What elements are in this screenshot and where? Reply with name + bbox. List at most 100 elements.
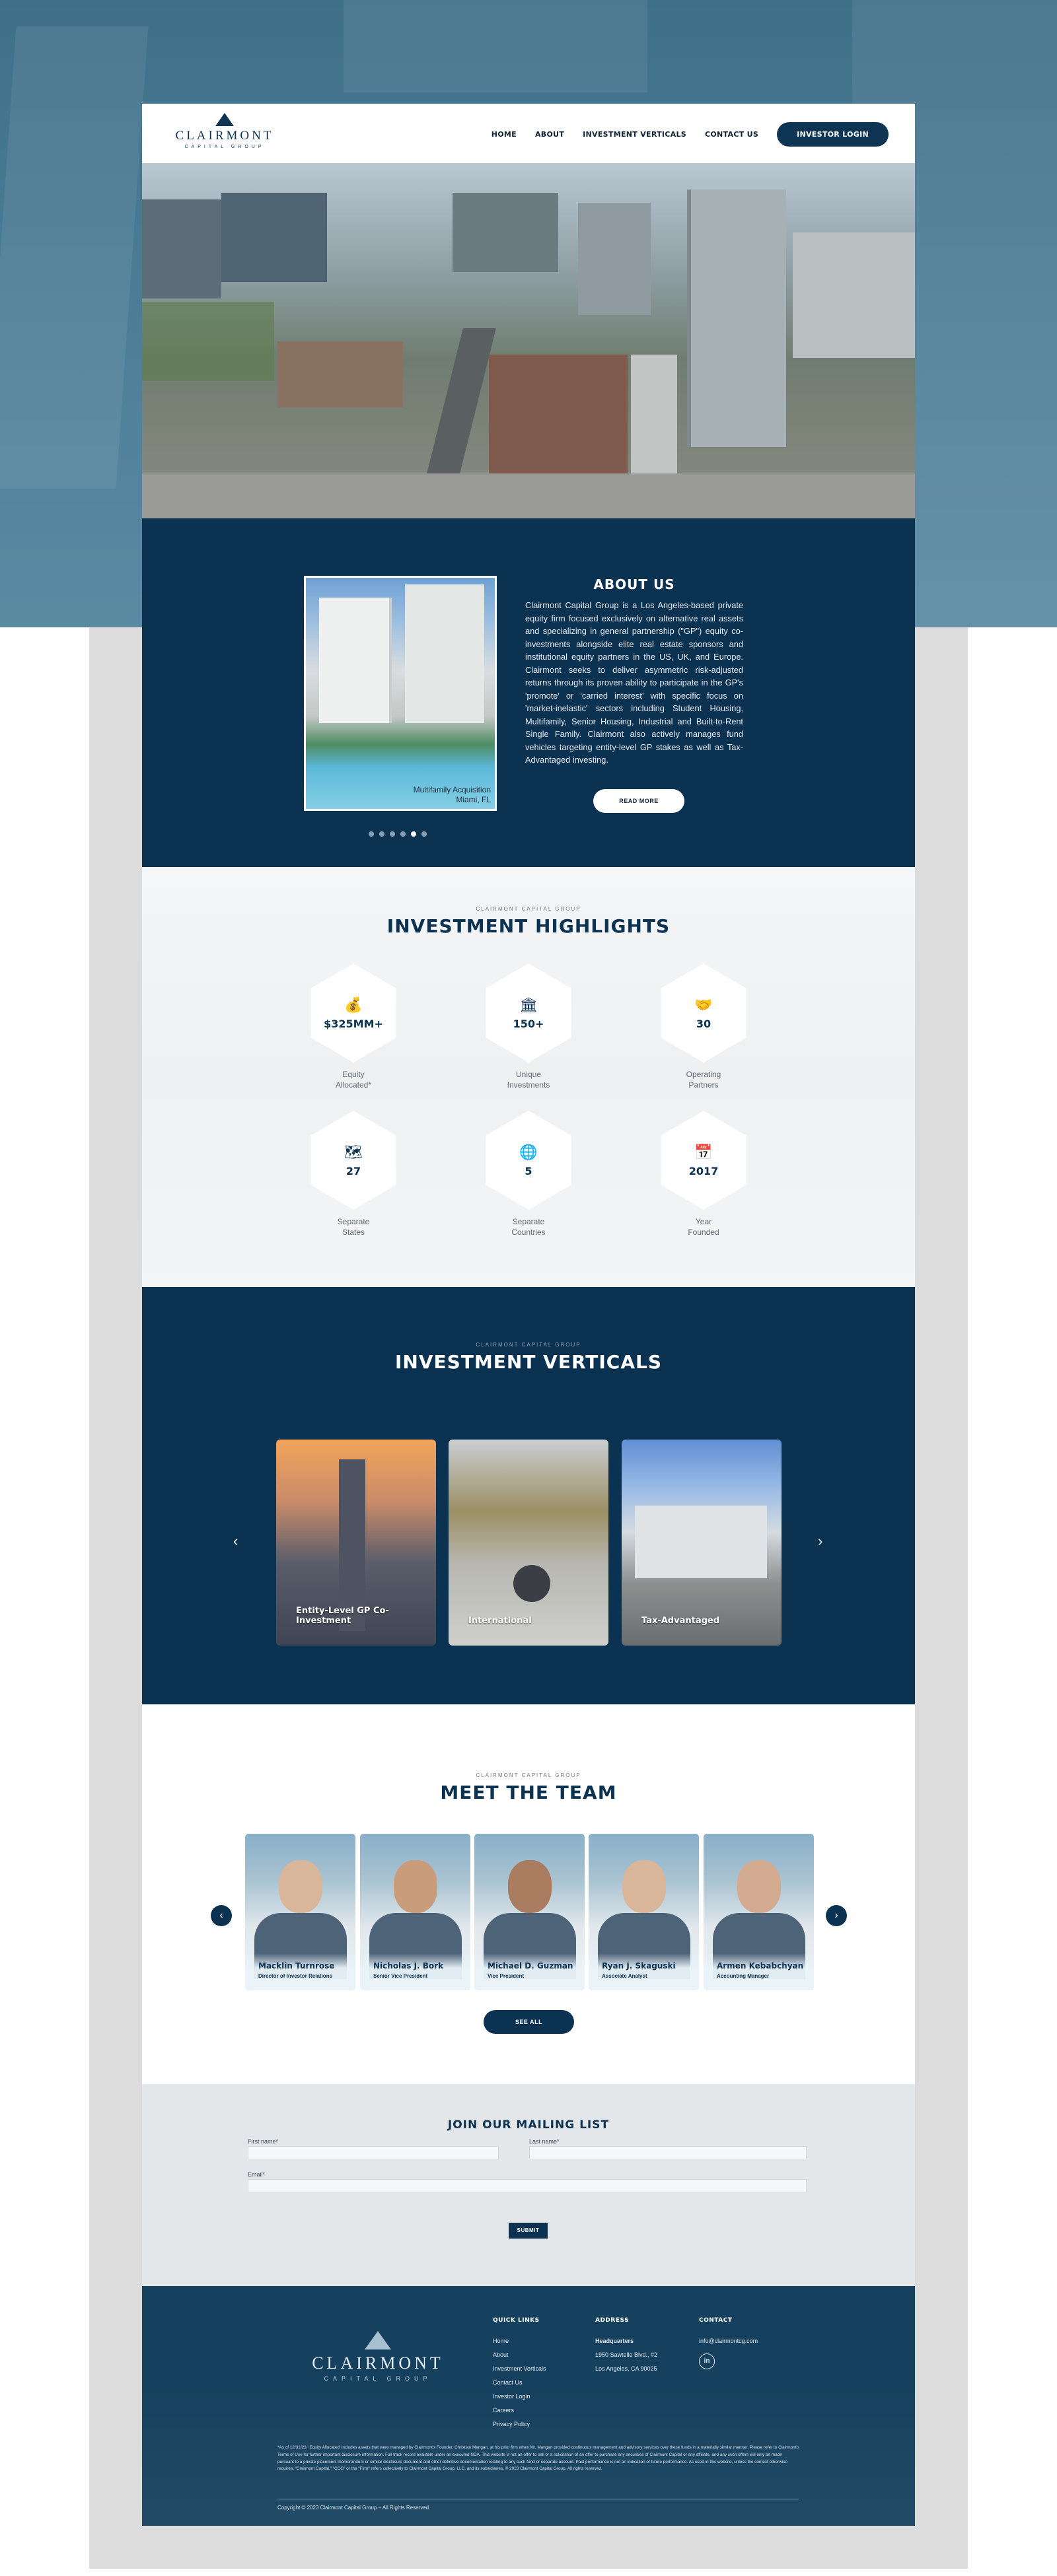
building-icon: 🏛 <box>519 996 538 1013</box>
about-section: Multifamily Acquisition Miami, FL ABOUT … <box>142 518 915 867</box>
highlight-investments: 🏛 150+ Unique Investments <box>479 963 578 1090</box>
calendar-icon: 📅 <box>694 1143 713 1160</box>
nav-contact-us[interactable]: CONTACT US <box>705 130 758 139</box>
highlight-value: 150+ <box>513 1017 544 1030</box>
site-logo[interactable]: CLAIRMONT CAPITAL GROUP <box>168 113 281 155</box>
footer-link-investor-login[interactable]: Investor Login <box>493 2390 546 2404</box>
member-title: Vice President <box>488 1973 524 1979</box>
contact-email-link[interactable]: info@clairmontcg.com <box>699 2334 758 2348</box>
member-title: Accounting Manager <box>717 1973 770 1979</box>
vertical-card-label: International <box>468 1616 532 1626</box>
member-info: Macklin Turnrose Director of Investor Re… <box>245 1953 355 1990</box>
slider-dot[interactable] <box>369 831 374 837</box>
email-label: Email* <box>248 2171 266 2178</box>
mailing-list-section: JOIN OUR MAILING LIST First name* Last n… <box>142 2084 915 2286</box>
vertical-card-international[interactable]: International <box>449 1440 608 1646</box>
last-name-field[interactable] <box>529 2146 807 2159</box>
contact-heading: CONTACT <box>699 2317 733 2324</box>
highlight-label: Operating Partners <box>686 1070 721 1090</box>
hexagon-card: 🤝 30 <box>661 963 747 1062</box>
address-heading: ADDRESS <box>595 2317 630 2324</box>
submit-button[interactable]: SUBMIT <box>509 2223 548 2239</box>
footer-contact: CONTACT info@clairmontcg.com in <box>699 2317 758 2369</box>
meet-the-team-section: CLAIRMONT CAPITAL GROUP MEET THE TEAM ‹ … <box>142 1704 915 2084</box>
footer-link-careers[interactable]: Careers <box>493 2404 546 2418</box>
hero-building <box>221 193 327 282</box>
email-field[interactable] <box>248 2179 807 2192</box>
logo-subtitle: CAPITAL GROUP <box>184 145 265 149</box>
chevron-right-icon[interactable]: › <box>818 1533 822 1550</box>
highlight-label: Equity Allocated* <box>335 1070 372 1090</box>
vertical-card-tax-advantaged[interactable]: Tax-Advantaged <box>622 1440 782 1646</box>
vertical-card-label: Entity-Level GP Co-Investment <box>296 1606 389 1626</box>
linkedin-icon[interactable]: in <box>699 2353 715 2369</box>
photo-building <box>405 584 484 723</box>
about-slide-image: Multifamily Acquisition Miami, FL <box>304 576 497 811</box>
verticals-eyebrow: CLAIRMONT CAPITAL GROUP <box>476 1342 581 1348</box>
address-line: 1950 Sawtelle Blvd., #2 <box>595 2351 658 2358</box>
member-info: Armen Kebabchyan Accounting Manager <box>704 1953 814 1990</box>
hero-ground <box>142 473 915 518</box>
us-map-icon: 🗺 <box>344 1143 363 1160</box>
about-slide-caption: Multifamily Acquisition Miami, FL <box>414 785 491 805</box>
footer-logo[interactable]: CLAIRMONT CAPITAL GROUP <box>295 2331 460 2382</box>
card-tower <box>339 1459 365 1631</box>
highlight-label: Year Founded <box>688 1217 719 1237</box>
slider-dot[interactable] <box>421 831 427 837</box>
chevron-right-icon[interactable]: › <box>826 1905 847 1926</box>
footer-link-investment-verticals[interactable]: Investment Verticals <box>493 2362 546 2376</box>
footer-link-contact-us[interactable]: Contact Us <box>493 2376 546 2390</box>
background-building-shape <box>344 0 647 92</box>
footer-quick-links: QUICK LINKS Home About Investment Vertic… <box>493 2317 546 2431</box>
vertical-card-label: Tax-Advantaged <box>641 1616 720 1626</box>
footer-link-about[interactable]: About <box>493 2348 546 2362</box>
first-name-field[interactable] <box>248 2146 499 2159</box>
card-house <box>635 1506 767 1578</box>
investor-login-button[interactable]: INVESTOR LOGIN <box>777 122 889 147</box>
footer-link-privacy-policy[interactable]: Privacy Policy <box>493 2418 546 2431</box>
team-member-card[interactable]: Nicholas J. Bork Senior Vice President <box>360 1834 470 1990</box>
team-member-card[interactable]: Michael D. Guzman Vice President <box>474 1834 585 1990</box>
hero-building <box>277 341 403 407</box>
chevron-left-icon[interactable]: ‹ <box>233 1533 238 1550</box>
last-name-label: Last name* <box>529 2138 560 2145</box>
member-title: Associate Analyst <box>602 1973 647 1979</box>
see-all-button[interactable]: SEE ALL <box>484 2010 574 2034</box>
footer-link-home[interactable]: Home <box>493 2334 546 2348</box>
highlight-partners: 🤝 30 Operating Partners <box>654 963 753 1090</box>
highlight-value: $325MM+ <box>324 1017 383 1030</box>
investment-highlights-section: CLAIRMONT CAPITAL GROUP INVESTMENT HIGHL… <box>142 867 915 1287</box>
highlight-founded: 📅 2017 Year Founded <box>654 1111 753 1237</box>
vertical-card-gp-co-investment[interactable]: Entity-Level GP Co-Investment <box>276 1440 436 1646</box>
nav-investment-verticals[interactable]: INVESTMENT VERTICALS <box>583 130 686 139</box>
slider-dot[interactable] <box>390 831 395 837</box>
team-member-card[interactable]: Macklin Turnrose Director of Investor Re… <box>245 1834 355 1990</box>
handshake-icon: 🤝 <box>694 996 713 1013</box>
portrait-head <box>737 1860 781 1913</box>
slider-dot[interactable] <box>400 831 406 837</box>
member-name: Armen Kebabchyan <box>717 1961 804 1970</box>
hero-building <box>578 203 651 315</box>
highlight-value: 30 <box>696 1017 711 1030</box>
hexagon-card: 📅 2017 <box>661 1111 747 1210</box>
read-more-button[interactable]: READ MORE <box>593 789 684 813</box>
footer-logo-name: CLAIRMONT <box>312 2353 444 2373</box>
footer-copyright: Copyright © 2023 Clairmont Capital Group… <box>277 2505 431 2511</box>
hero-building <box>142 199 221 298</box>
member-title: Director of Investor Relations <box>258 1973 333 1979</box>
about-body: Clairmont Capital Group is a Los Angeles… <box>525 600 743 765</box>
highlights-eyebrow: CLAIRMONT CAPITAL GROUP <box>476 906 581 912</box>
nav-about[interactable]: ABOUT <box>535 130 564 139</box>
caption-line-2: Miami, FL <box>456 795 491 804</box>
member-name: Michael D. Guzman <box>488 1961 573 1970</box>
slider-dots <box>369 831 427 837</box>
highlight-countries: 🌐 5 Separate Countries <box>479 1111 578 1237</box>
team-member-card[interactable]: Armen Kebabchyan Accounting Manager <box>704 1834 814 1990</box>
website-frame: CLAIRMONT CAPITAL GROUP HOME ABOUT INVES… <box>142 104 915 2526</box>
slider-dot-active[interactable] <box>411 831 416 837</box>
team-member-card[interactable]: Ryan J. Skaguski Associate Analyst <box>589 1834 699 1990</box>
chevron-left-icon[interactable]: ‹ <box>211 1905 232 1926</box>
highlight-value: 27 <box>346 1164 361 1177</box>
nav-home[interactable]: HOME <box>492 130 517 139</box>
slider-dot[interactable] <box>379 831 384 837</box>
